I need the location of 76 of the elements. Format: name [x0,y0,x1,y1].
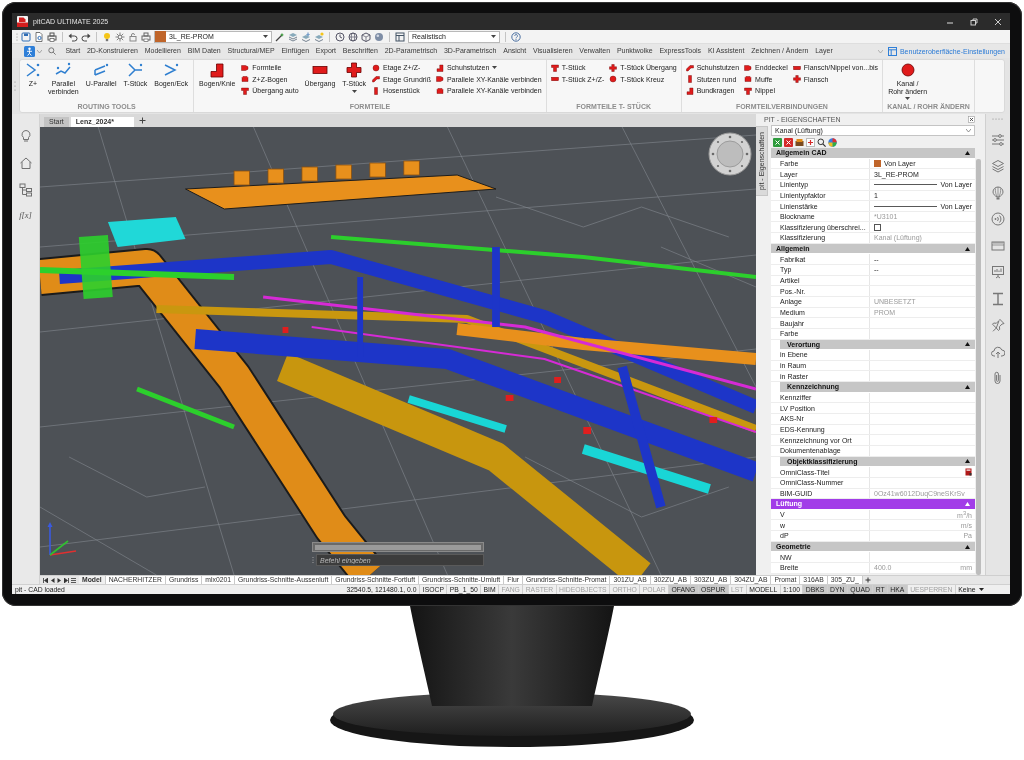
duct-fitting-icon [792,75,801,83]
caret-icon [491,35,496,38]
search-icon[interactable] [817,137,826,147]
routing-line-icon [127,62,144,78]
plus-icon[interactable] [138,117,146,124]
color-wheel-icon[interactable] [828,137,837,147]
plus-icon[interactable] [864,577,871,583]
list-icon[interactable] [71,577,76,583]
first-page-icon[interactable] [43,577,48,583]
caret-icon[interactable] [965,544,970,549]
globe-icon[interactable] [348,31,358,42]
balloon-icon[interactable] [991,185,1005,200]
caret-icon [263,35,268,38]
sphere-icon[interactable] [374,31,384,42]
next-icon[interactable] [57,577,62,583]
signal-circle-icon[interactable] [991,212,1005,226]
duct-fitting-icon [609,63,618,72]
bulb-icon[interactable] [102,31,112,42]
sliders-icon[interactable] [991,132,1005,147]
restore-icon[interactable] [970,17,978,26]
pin-icon[interactable] [991,318,1005,332]
save-icon[interactable] [21,31,31,42]
caret-icon[interactable] [965,342,970,347]
layer-arrow-icon[interactable] [301,31,311,42]
routing-line-icon [55,62,72,78]
caret-icon[interactable] [965,501,970,506]
previous-icon[interactable] [50,577,55,583]
line-style-icon [874,204,938,208]
spreadsheet-icon[interactable] [773,137,782,147]
caret-icon[interactable] [965,150,970,155]
layers-icon[interactable] [991,159,1005,173]
caret-icon[interactable] [965,246,970,251]
caret-icon [966,129,971,132]
clock-icon[interactable] [335,31,345,42]
duct-fitting-icon [609,75,618,83]
formula-button[interactable]: f[x] [19,210,32,220]
cloud-upload-icon[interactable] [991,344,1005,359]
lock-icon[interactable] [128,31,138,42]
layer-bulb-icon[interactable] [314,31,324,42]
print-icon[interactable] [47,31,57,42]
app-logo-icon [17,16,28,27]
scrollbar[interactable] [976,159,981,575]
duct-fitting-icon [346,62,363,78]
tree-icon[interactable] [18,183,33,197]
routing-line-icon [163,62,180,78]
duct-fitting-icon [209,62,226,78]
app-menu-icon[interactable] [24,45,35,57]
wand-icon[interactable] [275,31,285,42]
redo-icon[interactable] [81,31,91,42]
presentation-icon[interactable] [991,265,1005,279]
routing-line-icon [93,62,110,78]
printer-icon[interactable] [141,31,151,42]
help-icon[interactable] [511,31,521,42]
bulb-icon[interactable] [18,129,33,143]
close-icon[interactable] [968,116,975,123]
cube-icon[interactable] [361,31,371,42]
routing-line-icon [25,62,41,78]
beam-icon[interactable] [991,291,1005,306]
home-icon[interactable] [18,156,33,170]
delete-icon[interactable] [784,137,793,147]
tray-icon[interactable] [795,137,804,147]
duct-fitting-icon [899,62,916,78]
sun-icon[interactable] [115,31,125,42]
add-icon[interactable] [806,137,815,147]
undo-icon[interactable] [68,31,78,42]
navigation-wheel-icon[interactable] [708,132,752,176]
caret-icon[interactable] [965,384,970,389]
line-style-icon [874,183,938,187]
caret-icon [978,588,984,591]
last-page-icon[interactable] [64,577,69,583]
caret-icon[interactable] [965,459,970,464]
checkbox[interactable] [874,223,881,231]
panel-icon[interactable] [395,31,405,42]
document-search-icon[interactable] [34,31,44,42]
window-icon [887,46,897,56]
book-icon[interactable] [965,468,972,477]
